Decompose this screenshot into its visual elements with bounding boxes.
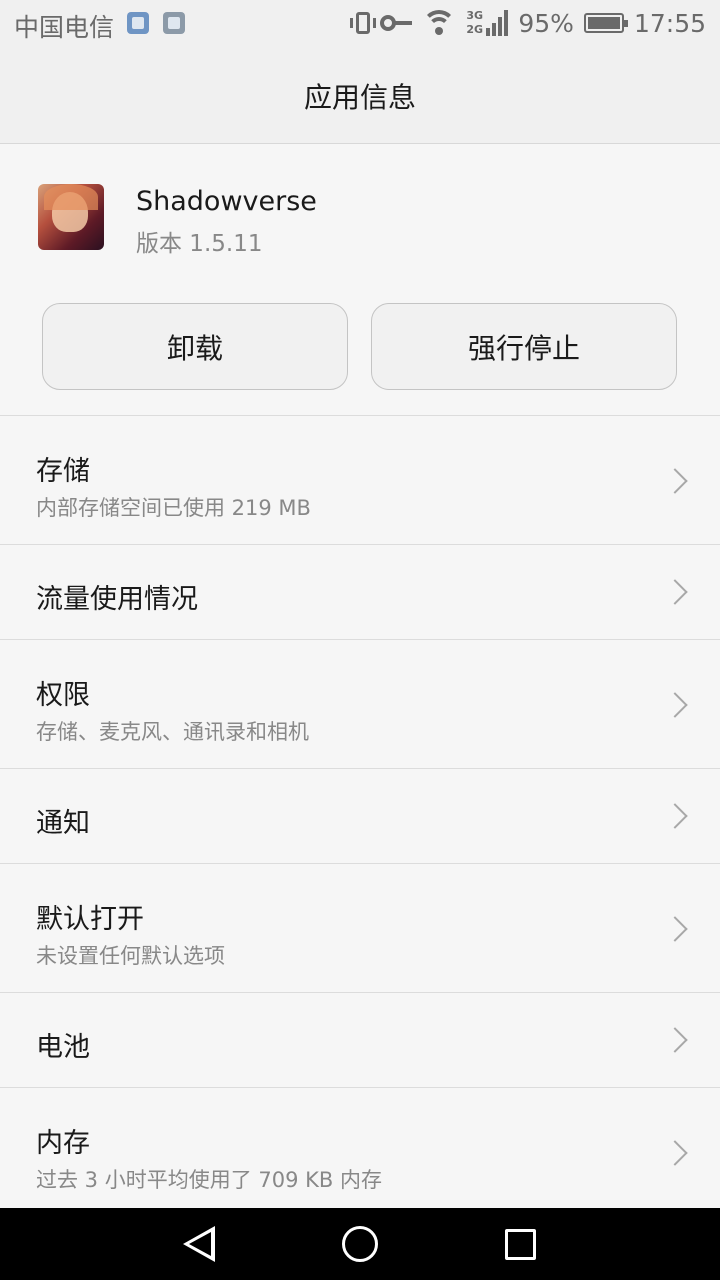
back-icon[interactable] xyxy=(183,1226,215,1262)
chevron-right-icon xyxy=(662,803,688,829)
chevron-right-icon xyxy=(662,579,688,605)
app-icon xyxy=(38,184,104,250)
clock: 17:55 xyxy=(633,8,706,38)
settings-list: 存储 内部存储空间已使用 219 MB 流量使用情况 权限 存储、麦克风、通讯录… xyxy=(0,415,720,1216)
list-item-title: 存储 xyxy=(36,456,90,487)
list-item-title: 流量使用情况 xyxy=(36,584,198,615)
list-item-title: 权限 xyxy=(36,680,90,711)
image-notification-icon xyxy=(163,12,185,34)
health-notification-icon xyxy=(127,12,149,34)
list-item-title: 默认打开 xyxy=(36,904,144,935)
list-item-memory[interactable]: 内存 过去 3 小时平均使用了 709 KB 内存 xyxy=(0,1087,720,1216)
list-item-notifications[interactable]: 通知 xyxy=(0,768,720,863)
uninstall-button[interactable]: 卸载 xyxy=(42,303,348,390)
list-item-subtitle: 内部存储空间已使用 219 MB xyxy=(36,496,311,520)
list-item-storage[interactable]: 存储 内部存储空间已使用 219 MB xyxy=(0,415,720,544)
list-item-title: 通知 xyxy=(36,808,90,839)
list-item-title: 内存 xyxy=(36,1128,90,1159)
page-title: 应用信息 xyxy=(303,80,416,114)
chevron-right-icon xyxy=(662,1027,688,1053)
cellular-signal-icon: 3G 2G xyxy=(466,8,509,38)
vpn-key-icon xyxy=(380,15,413,31)
list-item-subtitle: 存储、麦克风、通讯录和相机 xyxy=(36,720,309,744)
navigation-bar xyxy=(0,1208,720,1280)
chevron-right-icon xyxy=(662,468,688,494)
chevron-right-icon xyxy=(662,692,688,718)
list-item-open-by-default[interactable]: 默认打开 未设置任何默认选项 xyxy=(0,863,720,992)
status-bar: 中国电信 3G 2G 95% 17:55 xyxy=(0,0,720,48)
chevron-right-icon xyxy=(662,916,688,942)
wifi-icon xyxy=(422,10,457,36)
carrier-label: 中国电信 xyxy=(14,13,115,42)
battery-percent: 95% xyxy=(518,8,574,38)
list-item-subtitle: 过去 3 小时平均使用了 709 KB 内存 xyxy=(36,1168,382,1192)
recent-apps-icon[interactable] xyxy=(505,1229,536,1260)
app-version: 版本 1.5.11 xyxy=(136,231,263,257)
app-header: Shadowverse 版本 1.5.11 卸载 强行停止 xyxy=(0,144,720,415)
list-item-subtitle: 未设置任何默认选项 xyxy=(36,944,225,968)
list-item-battery[interactable]: 电池 xyxy=(0,992,720,1087)
vibrate-icon xyxy=(350,12,377,34)
list-item-data-usage[interactable]: 流量使用情况 xyxy=(0,544,720,639)
force-stop-button[interactable]: 强行停止 xyxy=(371,303,677,390)
battery-icon xyxy=(583,13,628,33)
chevron-right-icon xyxy=(662,1140,688,1166)
title-bar: 应用信息 xyxy=(0,48,720,144)
list-item-title: 电池 xyxy=(36,1032,90,1063)
list-item-permissions[interactable]: 权限 存储、麦克风、通讯录和相机 xyxy=(0,639,720,768)
app-name: Shadowverse xyxy=(136,186,317,217)
home-icon[interactable] xyxy=(342,1226,378,1262)
